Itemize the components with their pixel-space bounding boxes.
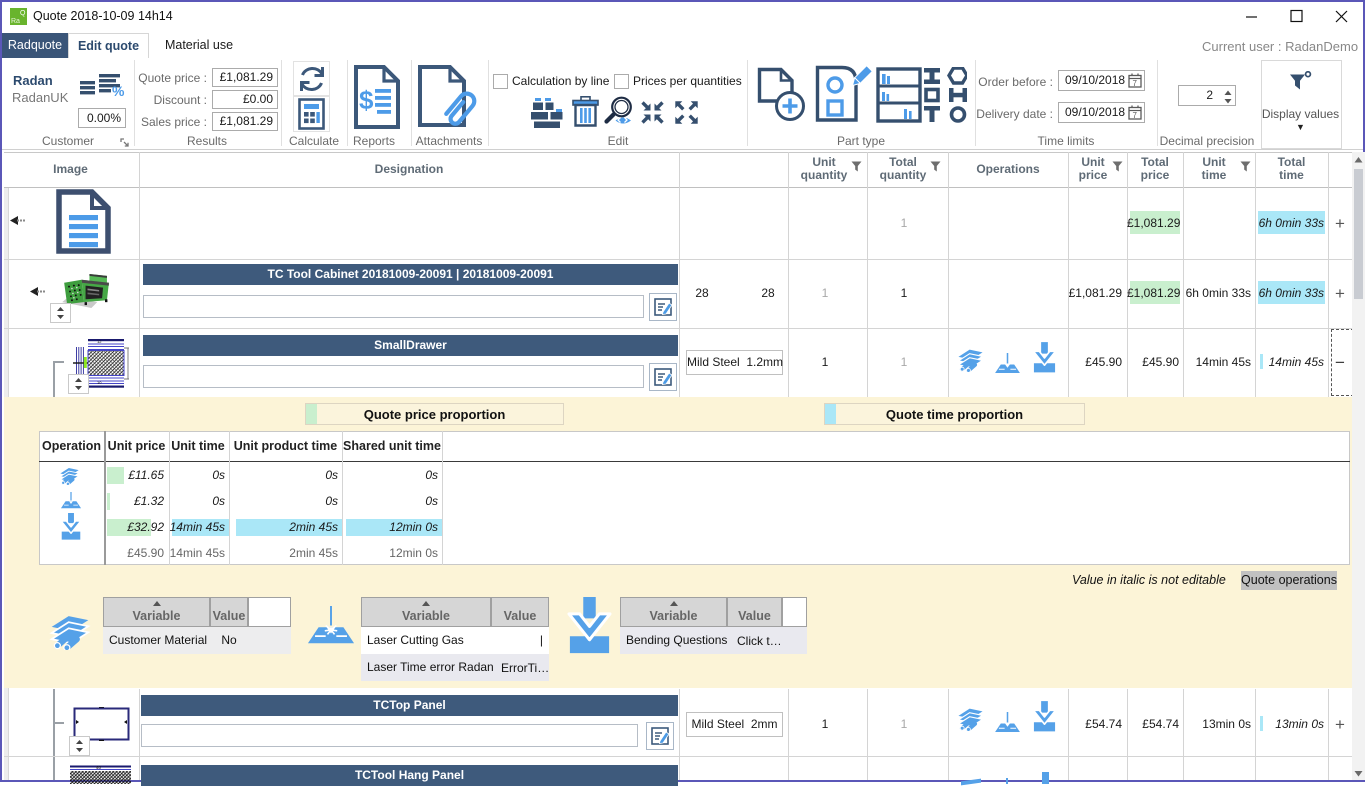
svg-text:Ra: Ra: [11, 18, 20, 25]
svg-text:%: %: [112, 83, 125, 98]
svg-text:12: 12: [97, 339, 102, 344]
svg-text:7: 7: [1133, 79, 1138, 88]
svg-text:40: 40: [96, 765, 102, 770]
svg-text:10: 10: [97, 380, 102, 385]
svg-text:7: 7: [1133, 111, 1138, 120]
svg-text:Q: Q: [20, 10, 26, 17]
svg-text:$: $: [359, 85, 374, 115]
